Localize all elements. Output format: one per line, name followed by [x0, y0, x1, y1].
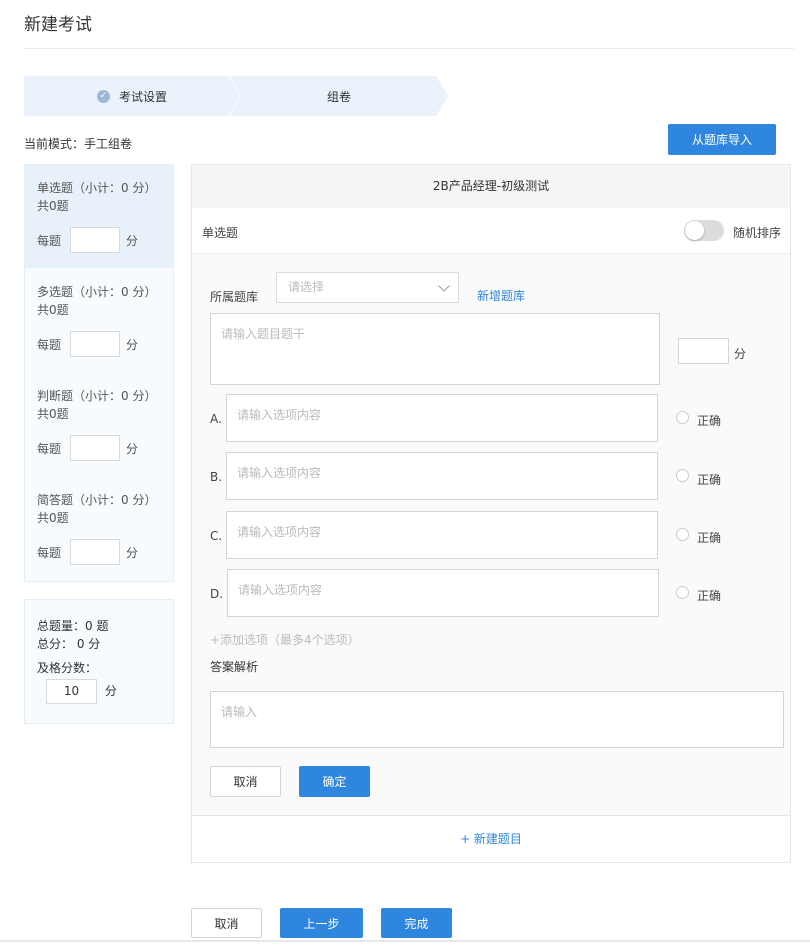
question-type-row: 单选题 随机排序 [192, 208, 790, 254]
per-label: 每题 [37, 337, 62, 352]
per-score-input[interactable] [70, 227, 121, 253]
option-letter: A. [210, 412, 222, 426]
option-a-input[interactable]: 请输入选项内容 [226, 394, 658, 442]
option-c-correct-radio[interactable] [676, 528, 689, 541]
correct-label: 正确 [697, 473, 722, 487]
type-title: 简答题（小计：0 分） [37, 493, 157, 507]
option-c-input[interactable]: 请输入选项内容 [226, 511, 658, 559]
total-questions: 总题量：0 题 [37, 619, 109, 633]
total-score: 总分： 0 分 [37, 637, 101, 651]
option-b-correct-radio[interactable] [676, 469, 689, 482]
random-order-label: 随机排序 [733, 226, 782, 240]
per-question-row: 每题 分 [37, 331, 138, 357]
question-editor-panel: 2B产品经理-初级测试 单选题 随机排序 所属题库 请选择 新增题库 请输入题目… [191, 164, 791, 863]
bank-select-placeholder: 请选择 [288, 280, 325, 294]
page-title: 新建考试 [24, 15, 92, 35]
bank-select[interactable]: 请选择 [276, 272, 459, 303]
per-score-input[interactable] [70, 331, 121, 357]
footer-cancel-button[interactable]: 取消 [191, 908, 262, 938]
option-letter: B. [210, 470, 223, 484]
step-label: 考试设置 [118, 89, 167, 104]
new-bank-link[interactable]: 新增题库 [477, 287, 525, 304]
option-d-correct-radio[interactable] [676, 586, 689, 599]
question-type-label: 单选题 [202, 226, 239, 240]
score-summary: 总题量：0 题 总分： 0 分 及格分数： 10 分 [24, 599, 174, 724]
per-question-row: 每题 分 [37, 227, 138, 253]
unit-label: 分 [126, 441, 139, 456]
question-type-single[interactable]: 单选题（小计：0 分） 共0题 每题 分 [25, 165, 173, 268]
type-count: 共0题 [37, 303, 69, 317]
import-from-bank-button[interactable]: 从题库导入 [668, 124, 776, 155]
pass-label: 及格分数： [37, 661, 98, 675]
unit-label: 分 [126, 233, 139, 248]
pass-unit: 分 [104, 684, 117, 698]
editor-confirm-button[interactable]: 确定 [299, 766, 370, 797]
question-type-multiple[interactable]: 多选题（小计：0 分） 共0题 每题 分 [25, 269, 173, 372]
per-label: 每题 [37, 233, 62, 248]
type-count: 共0题 [37, 199, 69, 213]
question-score-unit: 分 [734, 347, 747, 361]
chevron-down-icon [438, 280, 450, 292]
step-compose-paper[interactable]: 组卷 [230, 76, 448, 116]
option-letter: C. [210, 529, 223, 543]
option-d-input[interactable]: 请输入选项内容 [227, 569, 659, 617]
correct-label: 正确 [697, 531, 722, 545]
analysis-label: 答案解析 [210, 660, 259, 674]
correct-label: 正确 [697, 414, 722, 428]
type-title: 判断题（小计：0 分） [37, 389, 157, 403]
step-exam-settings[interactable]: ✓ 考试设置 [24, 76, 240, 116]
correct-label: 正确 [697, 589, 722, 603]
toggle-knob [685, 221, 704, 240]
unit-label: 分 [126, 337, 139, 352]
random-order-toggle[interactable] [684, 220, 724, 241]
type-count: 共0题 [37, 407, 69, 421]
step-label: 组卷 [326, 89, 351, 104]
unit-label: 分 [126, 545, 139, 560]
check-circle-icon: ✓ [96, 89, 110, 103]
new-question-button[interactable]: + 新建题目 [192, 816, 790, 862]
question-score-input[interactable] [678, 338, 729, 364]
question-edit-area: 所属题库 请选择 新增题库 请输入题目题干 分 A. 请输入选项内容 正确 B.… [192, 254, 790, 815]
question-type-panel: 单选题（小计：0 分） 共0题 每题 分 多选题（小计：0 分） 共0题 每题 … [24, 164, 174, 582]
per-question-row: 每题 分 [37, 435, 138, 461]
add-option-link[interactable]: +添加选项（最多4个选项） [210, 631, 360, 648]
analysis-input[interactable]: 请输入 [210, 691, 784, 748]
finish-button[interactable]: 完成 [381, 908, 452, 938]
per-label: 每题 [37, 441, 62, 456]
per-score-input[interactable] [70, 539, 121, 565]
header-divider [24, 48, 794, 49]
question-type-judge[interactable]: 判断题（小计：0 分） 共0题 每题 分 [25, 373, 173, 476]
per-label: 每题 [37, 545, 62, 560]
type-count: 共0题 [37, 511, 69, 525]
bottom-scroll-edge [0, 940, 810, 942]
option-a-correct-radio[interactable] [676, 411, 689, 424]
per-question-row: 每题 分 [37, 539, 138, 565]
question-type-short-answer[interactable]: 简答题（小计：0 分） 共0题 每题 分 [25, 477, 173, 580]
pass-score-input[interactable]: 10 [46, 679, 97, 704]
option-b-input[interactable]: 请输入选项内容 [226, 452, 658, 500]
type-title: 多选题（小计：0 分） [37, 285, 157, 299]
question-stem-input[interactable]: 请输入题目题干 [210, 313, 660, 385]
option-letter: D. [210, 587, 224, 601]
mode-text: 当前模式：手工组卷 [24, 137, 133, 151]
previous-step-button[interactable]: 上一步 [280, 908, 363, 938]
exam-title: 2B产品经理-初级测试 [192, 165, 790, 208]
per-score-input[interactable] [70, 435, 121, 461]
bank-label: 所属题库 [210, 290, 259, 304]
editor-cancel-button[interactable]: 取消 [210, 766, 281, 797]
type-title: 单选题（小计：0 分） [37, 181, 157, 195]
